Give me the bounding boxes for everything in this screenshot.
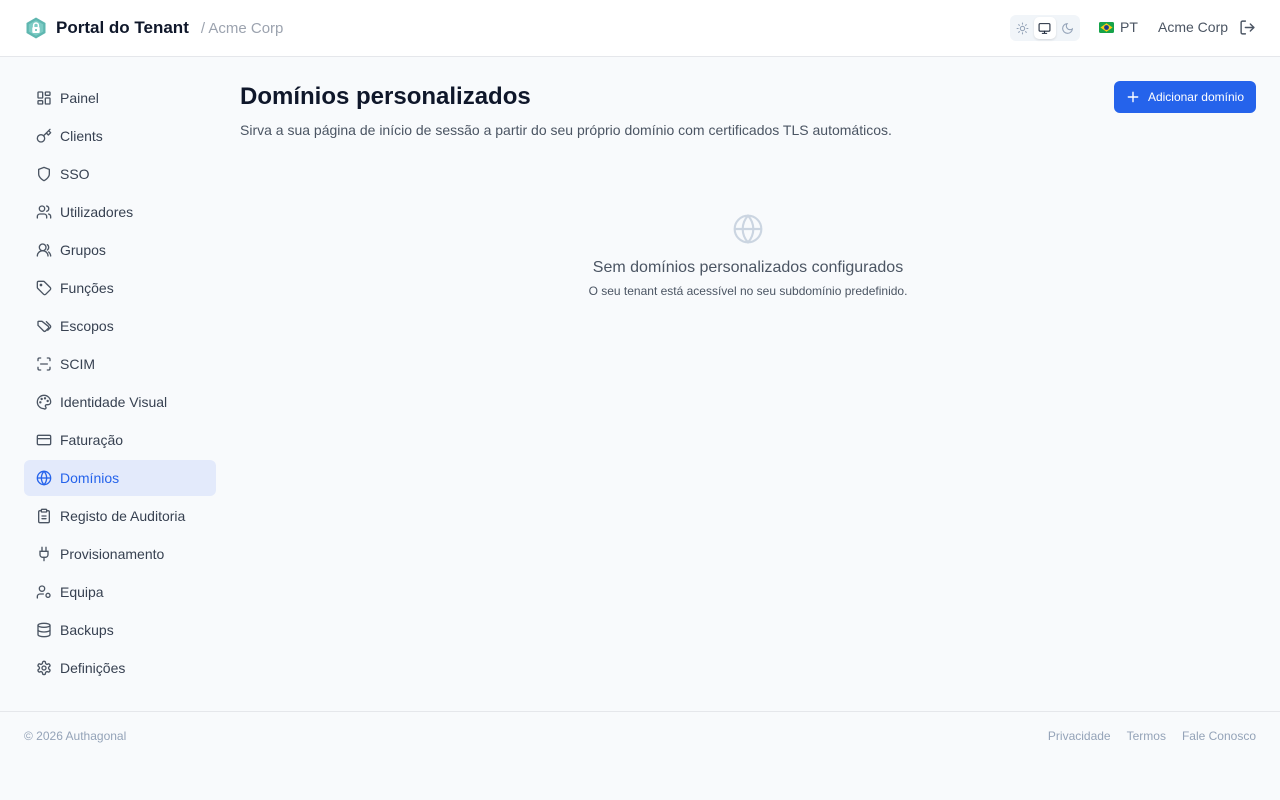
contact-link[interactable]: Fale Conosco — [1182, 729, 1256, 743]
app-title: Portal do Tenant — [56, 18, 189, 37]
account-name[interactable]: Acme Corp — [1158, 19, 1228, 35]
globe-icon — [732, 213, 764, 245]
footer: © 2026 Authagonal Privacidade Termos Fal… — [0, 711, 1280, 800]
group-icon — [36, 242, 52, 258]
empty-state-title: Sem domínios personalizados configurados — [592, 259, 904, 276]
sidebar-item-label: Domínios — [60, 470, 120, 486]
hexagon-lock-logo-icon — [24, 16, 48, 40]
sidebar-item-label: Escopos — [60, 318, 114, 334]
sidebar-item-identidade-visual[interactable]: Identidade Visual — [24, 384, 216, 420]
copyright: © 2026 Authagonal — [24, 729, 127, 743]
language-code: PT — [1120, 19, 1138, 35]
sidebar-item-label: Grupos — [60, 242, 106, 258]
page-title: Domínios personalizados — [240, 83, 531, 110]
logout-icon[interactable] — [1239, 19, 1256, 36]
add-domain-label: Adicionar domínio — [1147, 90, 1244, 104]
brand[interactable]: Portal do Tenant / Acme Corp — [24, 16, 283, 40]
sidebar-item-registo-de-auditoria[interactable]: Registo de Auditoria — [24, 498, 216, 534]
sidebar-item-faturacao[interactable]: Faturação — [24, 422, 216, 458]
sidebar-item-label: Identidade Visual — [60, 394, 168, 410]
sidebar-item-label: Painel — [60, 90, 99, 106]
main-content: Domínios personalizados Sirva a sua pági… — [240, 80, 1256, 298]
sidebar-item-definicoes[interactable]: Definições — [24, 650, 216, 686]
shield-icon — [36, 166, 52, 182]
user-cog-icon — [36, 584, 52, 600]
users-icon — [36, 204, 52, 220]
clipboard-icon — [36, 508, 52, 524]
tags-icon — [36, 318, 52, 334]
language-selector[interactable]: PT — [1099, 19, 1138, 35]
moon-icon[interactable] — [1057, 17, 1078, 39]
gear-icon — [36, 660, 52, 676]
sidebar-item-backups[interactable]: Backups — [24, 612, 216, 648]
sun-icon[interactable] — [1012, 17, 1033, 39]
sidebar-item-escopos[interactable]: Escopos — [24, 308, 216, 344]
empty-state: Sem domínios personalizados configurados… — [240, 213, 1256, 298]
top-bar: Portal do Tenant / Acme Corp PT Acme Cor… — [0, 0, 1280, 57]
sidebar-item-label: Utilizadores — [60, 204, 134, 220]
sidebar-item-sso[interactable]: SSO — [24, 156, 216, 192]
tenant-breadcrumb: / Acme Corp — [200, 19, 284, 37]
sidebar-item-grupos[interactable]: Grupos — [24, 232, 216, 268]
sidebar-item-scim[interactable]: SCIM — [24, 346, 216, 382]
sidebar-item-label: SSO — [60, 166, 90, 182]
scan-icon — [36, 356, 52, 372]
sidebar-item-dominios[interactable]: Domínios — [24, 460, 216, 496]
empty-state-subtitle: O seu tenant está acessível no seu subdo… — [588, 284, 908, 298]
sidebar-item-label: Provisionamento — [60, 546, 165, 562]
plug-icon — [36, 546, 52, 562]
sidebar-item-label: Registo de Auditoria — [60, 508, 186, 524]
credit-card-icon — [36, 432, 52, 448]
sidebar-item-label: Faturação — [60, 432, 124, 448]
sidebar-item-painel[interactable]: Painel — [24, 80, 216, 116]
sidebar-item-label: Clients — [60, 128, 103, 144]
sidebar-item-provisionamento[interactable]: Provisionamento — [24, 536, 216, 572]
sidebar-item-label: Equipa — [60, 584, 104, 600]
sidebar-item-label: Definições — [60, 660, 126, 676]
monitor-icon[interactable] — [1034, 17, 1056, 39]
palette-icon — [36, 394, 52, 410]
sidebar-item-clients[interactable]: Clients — [24, 118, 216, 154]
dashboard-icon — [36, 90, 52, 106]
sidebar-item-equipa[interactable]: Equipa — [24, 574, 216, 610]
database-icon — [36, 622, 52, 638]
sidebar-item-label: SCIM — [60, 356, 95, 372]
privacy-link[interactable]: Privacidade — [1048, 729, 1111, 743]
key-icon — [36, 128, 52, 144]
brazil-flag-icon — [1099, 21, 1114, 33]
globe-icon — [36, 470, 52, 486]
terms-link[interactable]: Termos — [1127, 729, 1166, 743]
sidebar-item-label: Funções — [60, 280, 114, 296]
footer-links: Privacidade Termos Fale Conosco — [1048, 729, 1256, 743]
plus-icon — [1126, 90, 1140, 104]
sidebar-item-utilizadores[interactable]: Utilizadores — [24, 194, 216, 230]
sidebar: Painel Clients SSO Utilizadores Grupos F… — [24, 80, 216, 688]
theme-switcher — [1010, 15, 1080, 41]
sidebar-item-label: Backups — [60, 622, 114, 638]
sidebar-item-funcoes[interactable]: Funções — [24, 270, 216, 306]
page-subtitle: Sirva a sua página de início de sessão a… — [240, 122, 892, 138]
tag-icon — [36, 280, 52, 296]
add-domain-button[interactable]: Adicionar domínio — [1113, 81, 1256, 113]
